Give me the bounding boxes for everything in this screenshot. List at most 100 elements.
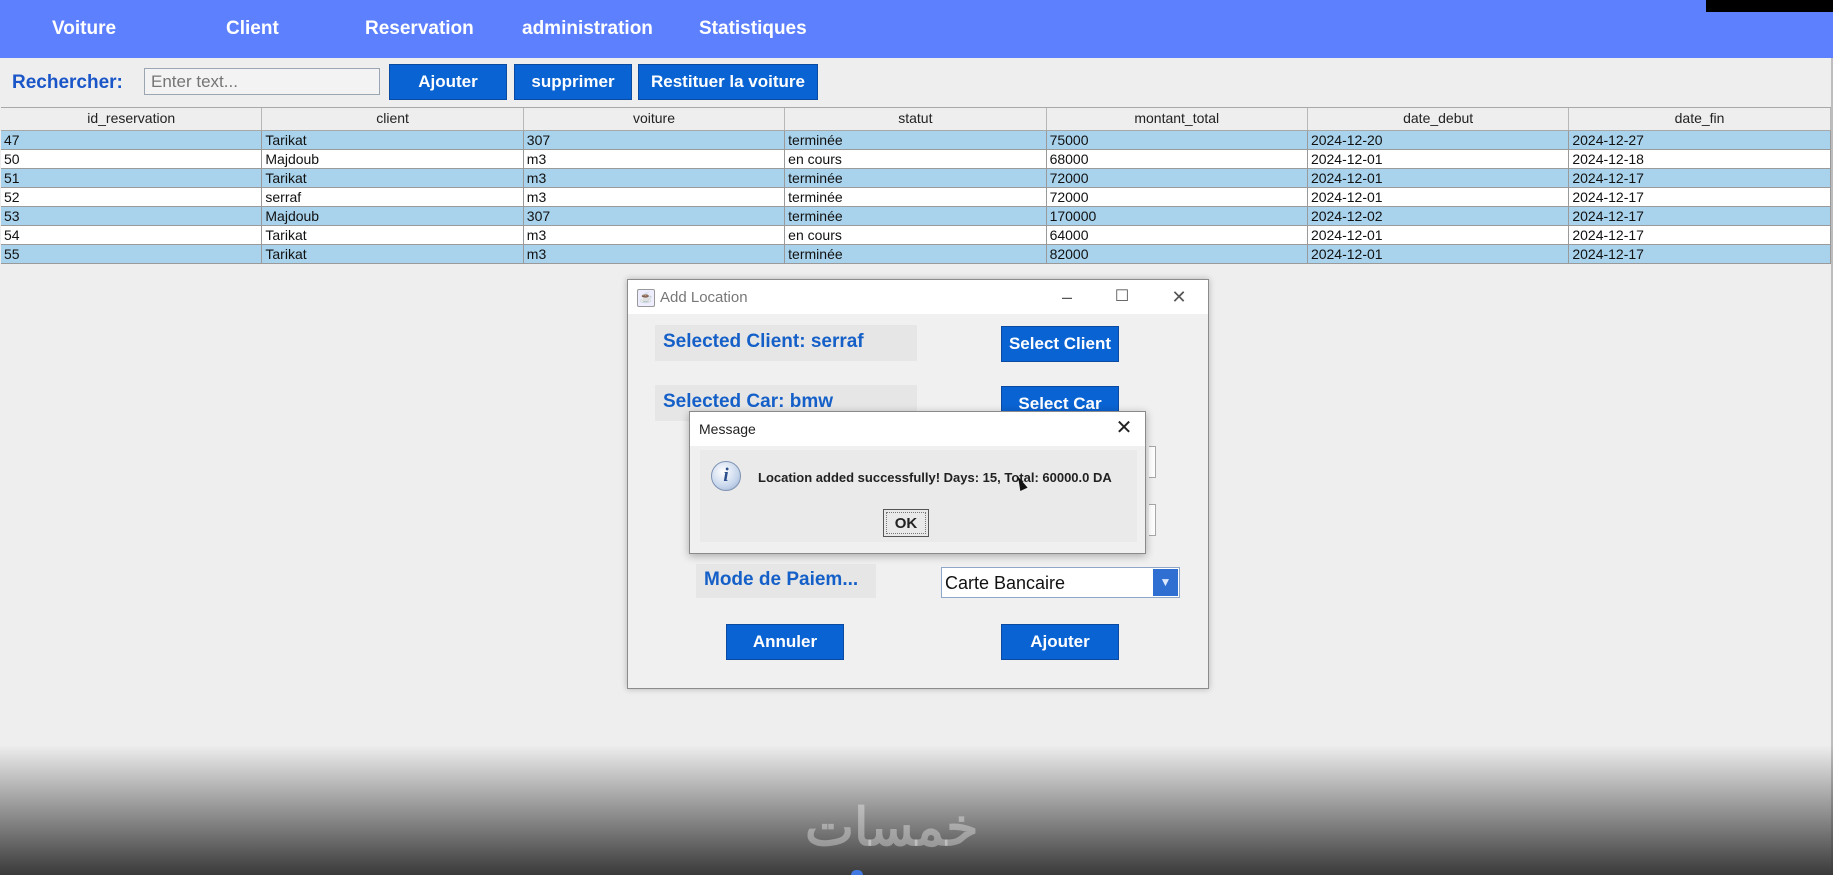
table-cell: Tarikat	[262, 245, 524, 263]
table-cell: 53	[1, 207, 263, 225]
table-cell: 2024-12-17	[1569, 169, 1831, 187]
table-row[interactable]: 50 Majdoub m3 en cours 68000 2024-12-01 …	[1, 150, 1831, 169]
column-header[interactable]: date_debut	[1308, 108, 1570, 130]
return-car-button[interactable]: Restituer la voiture	[638, 64, 818, 100]
column-header[interactable]: id_reservation	[1, 108, 263, 130]
table-row[interactable]: 53 Majdoub 307 terminée 170000 2024-12-0…	[1, 207, 1831, 226]
table-row[interactable]: 52 serraf m3 terminée 72000 2024-12-01 2…	[1, 188, 1831, 207]
java-cup-icon: ☕	[637, 289, 655, 307]
reservations-table: id_reservation client voiture statut mon…	[1, 107, 1831, 264]
table-cell: terminée	[785, 207, 1047, 225]
table-cell: 2024-12-01	[1308, 226, 1570, 244]
payment-mode-value: Carte Bancaire	[945, 573, 1066, 593]
table-cell: 2024-12-01	[1308, 150, 1570, 168]
info-icon: i	[711, 461, 741, 491]
corner-overlay	[1706, 0, 1833, 12]
column-header[interactable]: date_fin	[1569, 108, 1831, 130]
selected-client-label: Selected Client: serraf	[655, 325, 917, 361]
table-header: id_reservation client voiture statut mon…	[1, 107, 1831, 131]
table-cell: 2024-12-02	[1308, 207, 1570, 225]
table-cell: 2024-12-18	[1569, 150, 1831, 168]
search-input[interactable]	[144, 68, 380, 95]
menu-statistiques[interactable]: Statistiques	[699, 18, 807, 40]
payment-mode-select[interactable]: Carte Bancaire ▼	[941, 567, 1180, 598]
delete-button[interactable]: supprimer	[514, 64, 632, 100]
table-cell: 2024-12-01	[1308, 245, 1570, 263]
table-cell: 64000	[1047, 226, 1308, 244]
table-cell: m3	[524, 169, 786, 187]
close-icon[interactable]: ✕	[1111, 415, 1137, 441]
minimize-icon[interactable]: –	[1053, 284, 1081, 310]
table-cell: terminée	[785, 169, 1047, 187]
table-cell: 82000	[1047, 245, 1308, 263]
watermark-logo: خمسات	[805, 799, 979, 857]
search-label: Rechercher:	[12, 72, 123, 93]
table-cell: serraf	[262, 188, 524, 206]
table-cell: Tarikat	[262, 226, 524, 244]
table-cell: 47	[1, 131, 263, 149]
ok-button[interactable]: OK	[883, 509, 929, 537]
table-cell: en cours	[785, 150, 1047, 168]
table-cell: 2024-12-17	[1569, 226, 1831, 244]
progress-indicator	[851, 870, 863, 875]
date-end-field[interactable]	[1149, 504, 1156, 536]
menu-client[interactable]: Client	[226, 18, 279, 40]
select-client-button[interactable]: Select Client	[1001, 326, 1119, 362]
table-row[interactable]: 55 Tarikat m3 terminée 82000 2024-12-01 …	[1, 245, 1831, 264]
table-row[interactable]: 54 Tarikat m3 en cours 64000 2024-12-01 …	[1, 226, 1831, 245]
table-cell: 2024-12-27	[1569, 131, 1831, 149]
table-cell: m3	[524, 150, 786, 168]
message-text: Location added successfully! Days: 15, T…	[758, 470, 1112, 485]
table-cell: Tarikat	[262, 131, 524, 149]
column-header[interactable]: montant_total	[1047, 108, 1308, 130]
table-cell: 170000	[1047, 207, 1308, 225]
table-cell: 54	[1, 226, 263, 244]
menu-administration[interactable]: administration	[522, 18, 653, 40]
table-cell: 50	[1, 150, 263, 168]
maximize-icon[interactable]: ☐	[1108, 284, 1136, 310]
column-header[interactable]: statut	[785, 108, 1047, 130]
table-cell: 2024-12-01	[1308, 169, 1570, 187]
table-cell: 2024-12-17	[1569, 207, 1831, 225]
table-cell: m3	[524, 245, 786, 263]
menu-reservation[interactable]: Reservation	[365, 18, 474, 40]
table-cell: m3	[524, 226, 786, 244]
table-cell: terminée	[785, 131, 1047, 149]
payment-mode-label: Mode de Paiem...	[696, 564, 876, 598]
table-cell: 2024-12-17	[1569, 245, 1831, 263]
column-header[interactable]: voiture	[524, 108, 786, 130]
message-title: Message	[699, 421, 756, 437]
table-cell: terminée	[785, 188, 1047, 206]
table-row[interactable]: 47 Tarikat 307 terminée 75000 2024-12-20…	[1, 131, 1831, 150]
chevron-down-icon[interactable]: ▼	[1153, 569, 1178, 596]
table-cell: 55	[1, 245, 263, 263]
add-button[interactable]: Ajouter	[389, 64, 507, 100]
table-cell: 2024-12-20	[1308, 131, 1570, 149]
dialog-title-bar[interactable]: ☕ Add Location – ☐ ✕	[628, 280, 1208, 314]
table-cell: Majdoub	[262, 150, 524, 168]
table-cell: 2024-12-17	[1569, 188, 1831, 206]
message-body: i Location added successfully! Days: 15,…	[700, 450, 1137, 542]
table-cell: 72000	[1047, 169, 1308, 187]
table-cell: 51	[1, 169, 263, 187]
table-cell: m3	[524, 188, 786, 206]
table-cell: 72000	[1047, 188, 1308, 206]
table-cell: 68000	[1047, 150, 1308, 168]
cancel-button[interactable]: Annuler	[726, 624, 844, 660]
message-title-bar[interactable]: Message ✕	[690, 412, 1145, 446]
table-cell: en cours	[785, 226, 1047, 244]
submit-add-button[interactable]: Ajouter	[1001, 624, 1119, 660]
dialog-title: Add Location	[660, 289, 748, 306]
menu-voiture[interactable]: Voiture	[52, 18, 116, 40]
column-header[interactable]: client	[262, 108, 524, 130]
message-dialog: Message ✕ i Location added successfully!…	[689, 411, 1146, 554]
table-cell: 307	[524, 131, 786, 149]
table-cell: terminée	[785, 245, 1047, 263]
table-cell: Tarikat	[262, 169, 524, 187]
close-icon[interactable]: ✕	[1165, 284, 1193, 310]
date-start-field[interactable]	[1149, 446, 1156, 478]
table-row[interactable]: 51 Tarikat m3 terminée 72000 2024-12-01 …	[1, 169, 1831, 188]
table-cell: 2024-12-01	[1308, 188, 1570, 206]
table-cell: 75000	[1047, 131, 1308, 149]
menu-bar: Voiture Client Reservation administratio…	[0, 0, 1833, 58]
